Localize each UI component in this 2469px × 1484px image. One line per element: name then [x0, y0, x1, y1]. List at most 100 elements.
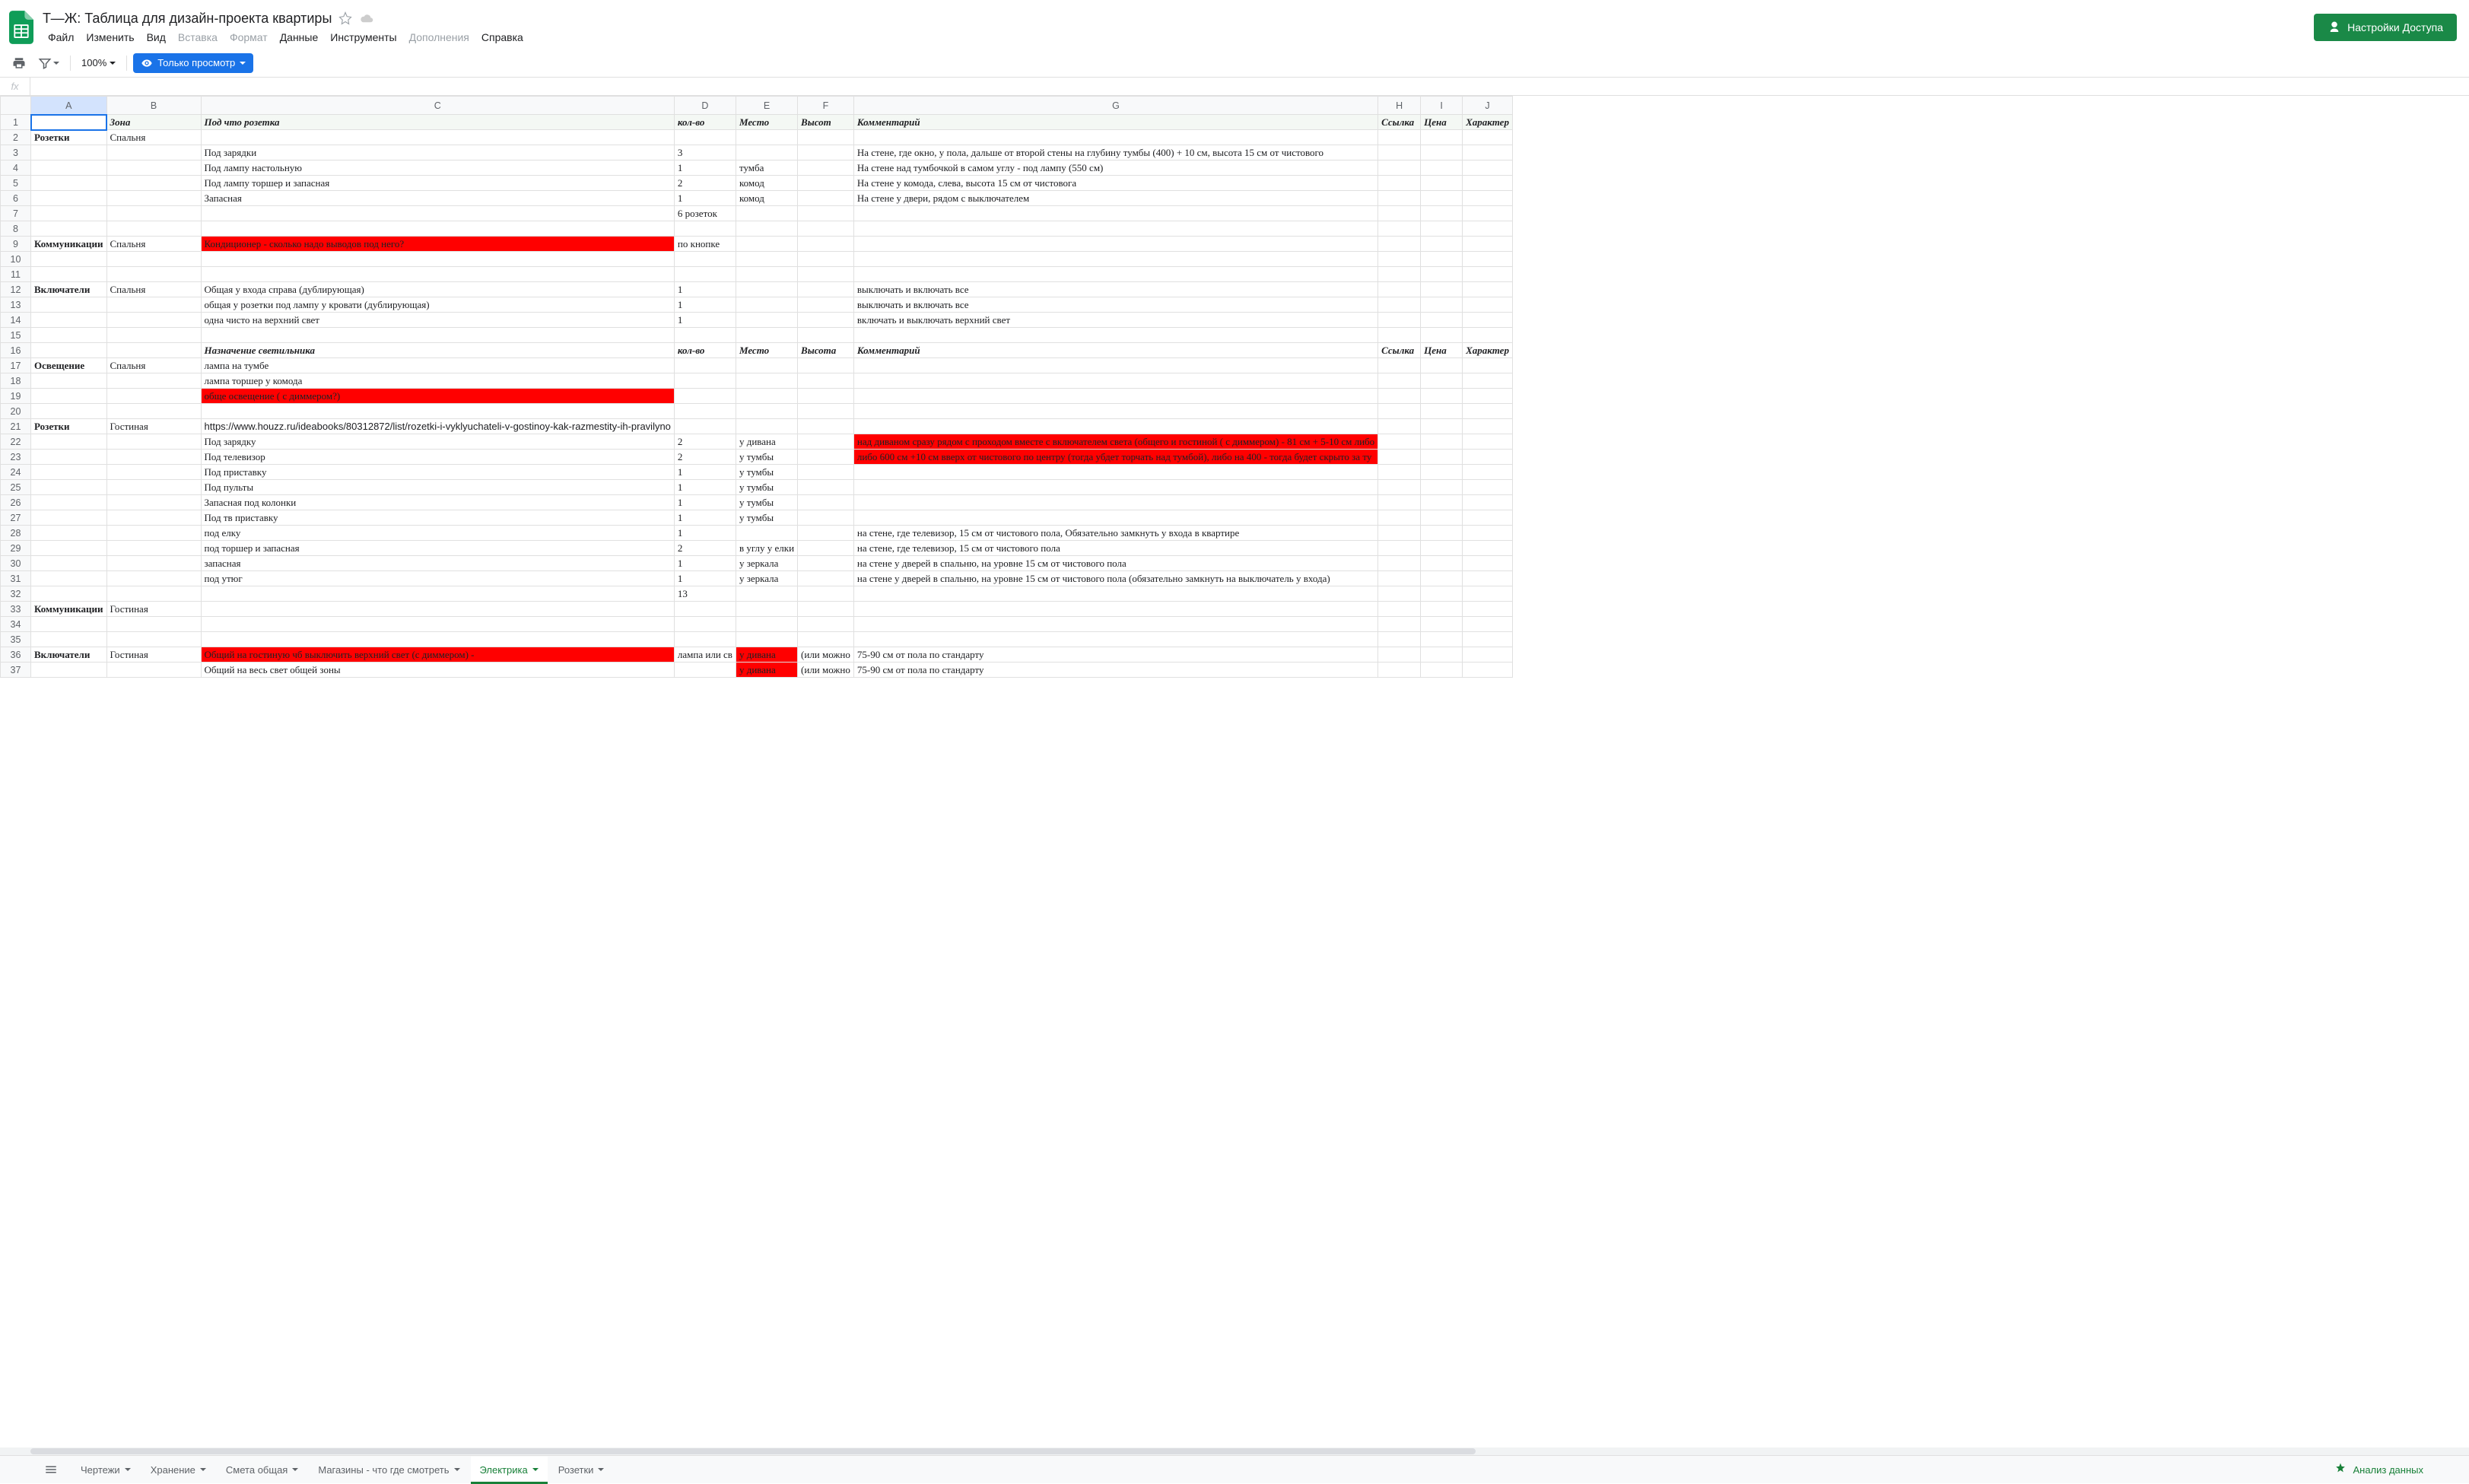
- cell-D26[interactable]: 1: [674, 495, 736, 510]
- col-header-I[interactable]: I: [1421, 97, 1463, 115]
- cell-H31[interactable]: [1378, 571, 1421, 586]
- cell-G7[interactable]: [853, 206, 1377, 221]
- cell-H26[interactable]: [1378, 495, 1421, 510]
- cell-B7[interactable]: [106, 206, 201, 221]
- cell-B30[interactable]: [106, 556, 201, 571]
- cell-D29[interactable]: 2: [674, 541, 736, 556]
- row-header-1[interactable]: 1: [1, 115, 31, 130]
- cell-G34[interactable]: [853, 617, 1377, 632]
- cell-H35[interactable]: [1378, 632, 1421, 647]
- cell-H24[interactable]: [1378, 465, 1421, 480]
- cell-J35[interactable]: [1463, 632, 1513, 647]
- cell-J27[interactable]: [1463, 510, 1513, 526]
- cell-A33[interactable]: Коммуникации: [31, 602, 107, 617]
- cell-F26[interactable]: [798, 495, 854, 510]
- cell-H16[interactable]: Ссылка: [1378, 343, 1421, 358]
- cell-F37[interactable]: (или можно: [798, 663, 854, 678]
- cell-J14[interactable]: [1463, 313, 1513, 328]
- cell-J17[interactable]: [1463, 358, 1513, 373]
- cell-B3[interactable]: [106, 145, 201, 160]
- cell-G4[interactable]: На стене над тумбочкой в самом углу - по…: [853, 160, 1377, 176]
- cell-A9[interactable]: Коммуникации: [31, 237, 107, 252]
- menu-файл[interactable]: Файл: [43, 30, 79, 45]
- cell-J18[interactable]: [1463, 373, 1513, 389]
- cell-F18[interactable]: [798, 373, 854, 389]
- cell-A12[interactable]: Включатели: [31, 282, 107, 297]
- cell-C18[interactable]: лампа торшер у комода: [201, 373, 674, 389]
- cell-I1[interactable]: Цена: [1421, 115, 1463, 130]
- col-header-C[interactable]: C: [201, 97, 674, 115]
- cell-E29[interactable]: в углу у елки: [736, 541, 797, 556]
- cell-E30[interactable]: у зеркала: [736, 556, 797, 571]
- cell-J26[interactable]: [1463, 495, 1513, 510]
- cell-A2[interactable]: Розетки: [31, 130, 107, 145]
- cell-I6[interactable]: [1421, 191, 1463, 206]
- cell-F29[interactable]: [798, 541, 854, 556]
- cell-D3[interactable]: 3: [674, 145, 736, 160]
- cell-H29[interactable]: [1378, 541, 1421, 556]
- cell-E31[interactable]: у зеркала: [736, 571, 797, 586]
- cell-H20[interactable]: [1378, 404, 1421, 419]
- cell-J15[interactable]: [1463, 328, 1513, 343]
- cell-C30[interactable]: запасная: [201, 556, 674, 571]
- cell-C23[interactable]: Под телевизор: [201, 450, 674, 465]
- row-header-27[interactable]: 27: [1, 510, 31, 526]
- cell-G13[interactable]: выключать и включать все: [853, 297, 1377, 313]
- row-header-34[interactable]: 34: [1, 617, 31, 632]
- cell-I27[interactable]: [1421, 510, 1463, 526]
- cell-D23[interactable]: 2: [674, 450, 736, 465]
- cell-I5[interactable]: [1421, 176, 1463, 191]
- cell-I28[interactable]: [1421, 526, 1463, 541]
- cell-E18[interactable]: [736, 373, 797, 389]
- cell-H7[interactable]: [1378, 206, 1421, 221]
- cell-G14[interactable]: включать и выключать верхний свет: [853, 313, 1377, 328]
- sheet-tab-электрика[interactable]: Электрика: [471, 1457, 548, 1484]
- cell-H2[interactable]: [1378, 130, 1421, 145]
- cell-D11[interactable]: [674, 267, 736, 282]
- cell-E8[interactable]: [736, 221, 797, 237]
- cell-J7[interactable]: [1463, 206, 1513, 221]
- cell-B14[interactable]: [106, 313, 201, 328]
- cell-H37[interactable]: [1378, 663, 1421, 678]
- cell-F5[interactable]: [798, 176, 854, 191]
- cell-G19[interactable]: [853, 389, 1377, 404]
- cell-A27[interactable]: [31, 510, 107, 526]
- cell-G21[interactable]: [853, 419, 1377, 434]
- cell-B4[interactable]: [106, 160, 201, 176]
- cell-D17[interactable]: [674, 358, 736, 373]
- cell-A1[interactable]: [31, 115, 107, 130]
- cell-D8[interactable]: [674, 221, 736, 237]
- cell-E36[interactable]: у дивана: [736, 647, 797, 663]
- grid-container[interactable]: ABCDEFGHIJ 1ЗонаПод что розеткакол-воМес…: [0, 96, 2469, 1447]
- cell-B24[interactable]: [106, 465, 201, 480]
- cell-J11[interactable]: [1463, 267, 1513, 282]
- cell-E2[interactable]: [736, 130, 797, 145]
- cell-G37[interactable]: 75-90 см от пола по стандарту: [853, 663, 1377, 678]
- cell-B11[interactable]: [106, 267, 201, 282]
- cell-I33[interactable]: [1421, 602, 1463, 617]
- cell-I30[interactable]: [1421, 556, 1463, 571]
- cell-B23[interactable]: [106, 450, 201, 465]
- cell-D37[interactable]: [674, 663, 736, 678]
- cell-F14[interactable]: [798, 313, 854, 328]
- cell-G17[interactable]: [853, 358, 1377, 373]
- row-header-21[interactable]: 21: [1, 419, 31, 434]
- cell-C17[interactable]: лампа на тумбе: [201, 358, 674, 373]
- cell-B6[interactable]: [106, 191, 201, 206]
- cell-G3[interactable]: На стене, где окно, у пола, дальше от вт…: [853, 145, 1377, 160]
- cell-C6[interactable]: Запасная: [201, 191, 674, 206]
- cell-B21[interactable]: Гостиная: [106, 419, 201, 434]
- cell-E35[interactable]: [736, 632, 797, 647]
- cell-I29[interactable]: [1421, 541, 1463, 556]
- cell-E15[interactable]: [736, 328, 797, 343]
- cell-I34[interactable]: [1421, 617, 1463, 632]
- cell-F31[interactable]: [798, 571, 854, 586]
- cell-D13[interactable]: 1: [674, 297, 736, 313]
- cell-B16[interactable]: [106, 343, 201, 358]
- cell-H15[interactable]: [1378, 328, 1421, 343]
- cell-G1[interactable]: Комментарий: [853, 115, 1377, 130]
- cell-C33[interactable]: [201, 602, 674, 617]
- cell-C28[interactable]: под елку: [201, 526, 674, 541]
- cell-H28[interactable]: [1378, 526, 1421, 541]
- cell-B27[interactable]: [106, 510, 201, 526]
